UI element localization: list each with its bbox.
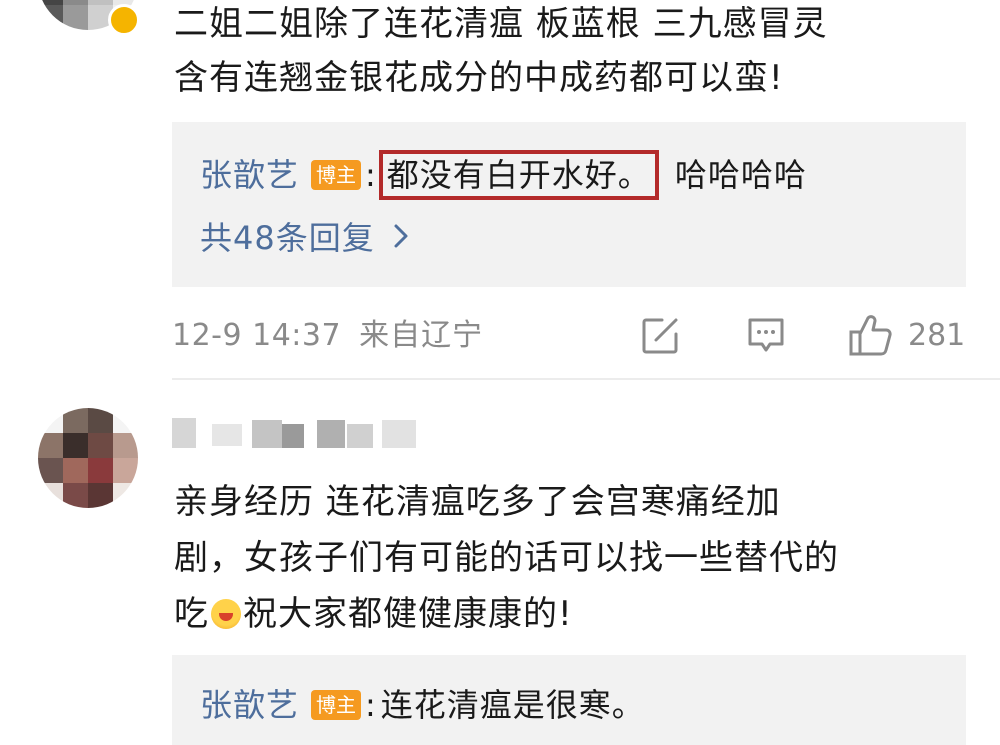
comment-time: 12-9 14:37 [172, 318, 342, 353]
tongue-out-emoji-icon [211, 599, 241, 629]
more-replies-link[interactable]: 共48条回复 [200, 216, 409, 260]
comment-text-part: 祝大家都健健康康的! [243, 594, 573, 634]
blogger-tag: 博主 [311, 160, 362, 190]
reply-author-link[interactable]: 张歆艺 [200, 153, 299, 197]
highlighted-reply-text: 都没有白开水好。 [378, 150, 659, 200]
thumbs-up-icon[interactable] [848, 312, 894, 358]
reply-author-link[interactable]: 张歆艺 [200, 683, 299, 727]
comment-text: 二姐二姐除了连花清瘟 板蓝根 三九感冒灵 含有连翘金银花成分的中成药都可以蛮! [174, 4, 828, 98]
chevron-right-icon [393, 216, 409, 260]
divider [172, 378, 1000, 380]
blurred-username[interactable] [172, 410, 472, 454]
like-count: 281 [908, 318, 966, 353]
more-replies-label: 共48条回复 [200, 219, 375, 257]
reply-colon: : [365, 686, 377, 724]
reply-line: 张歆艺 博主 : 连花清瘟是很寒。 [200, 683, 645, 727]
avatar[interactable] [38, 408, 138, 508]
comment-location: 来自辽宁 [359, 318, 484, 353]
share-icon[interactable] [640, 316, 680, 356]
reply-text: 连花清瘟是很寒。 [380, 686, 645, 724]
reply-box[interactable] [172, 122, 966, 287]
verified-badge-icon [108, 4, 140, 36]
comment-icon[interactable] [746, 316, 786, 356]
reply-text: 哈哈哈哈 [674, 156, 807, 194]
reply-colon: : [365, 156, 377, 194]
comment-text: 亲身经历 连花清瘟吃多了会宫寒痛经加 剧，女孩子们有可能的话可以找一些替代的 吃… [174, 474, 974, 642]
reply-line: 张歆艺 博主 : 都没有白开水好。 哈哈哈哈 [200, 150, 807, 200]
blogger-tag: 博主 [311, 690, 362, 720]
comment-meta: 12-9 14:37 来自辽宁 [172, 314, 966, 358]
